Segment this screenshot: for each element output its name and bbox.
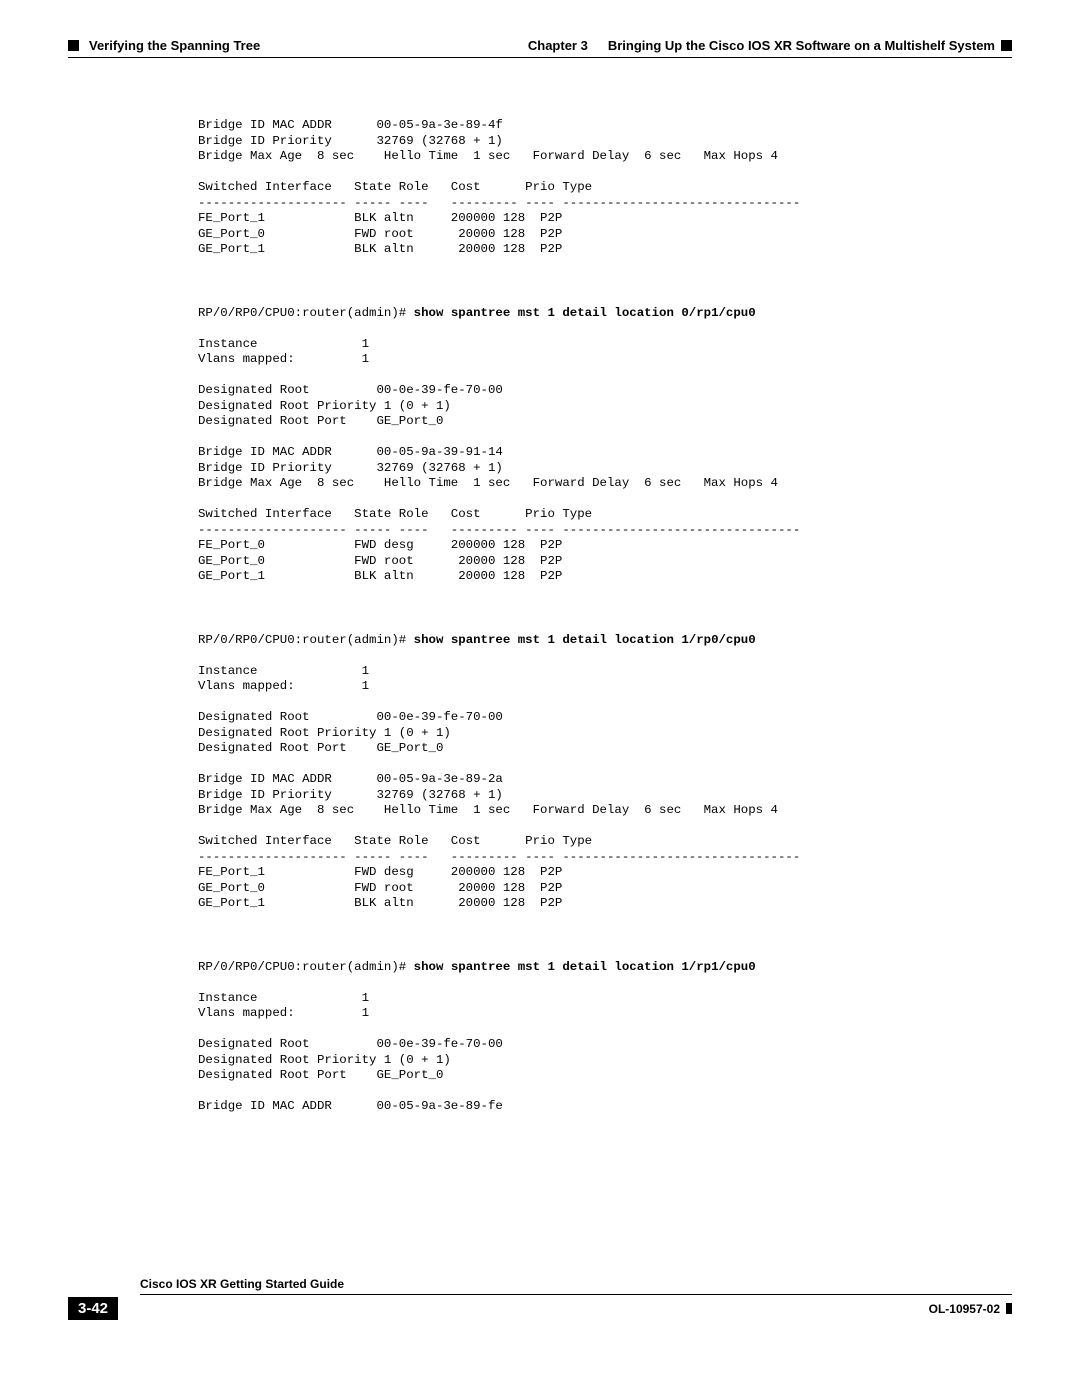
terminal-output-block-1: Instance 1 Vlans mapped: 1 Designated Ro… [198,321,1012,585]
chapter-title: Bringing Up the Cisco IOS XR Software on… [608,38,995,53]
prompt-prefix: RP/0/RP0/CPU0:router(admin)# [198,960,414,974]
chapter-label: Chapter 3 [528,38,588,53]
terminal-output-block-0: Bridge ID MAC ADDR 00-05-9a-3e-89-4f Bri… [198,118,1012,258]
prompt-command: show spantree mst 1 detail location 1/rp… [414,960,756,974]
prompt-prefix: RP/0/RP0/CPU0:router(admin)# [198,306,414,320]
prompt-command: show spantree mst 1 detail location 1/rp… [414,633,756,647]
running-header-left: Verifying the Spanning Tree [68,38,260,53]
footer-guide-title: Cisco IOS XR Getting Started Guide [140,1277,1012,1291]
header-rule [68,57,1012,58]
terminal-output-block-3: Instance 1 Vlans mapped: 1 Designated Ro… [198,975,1012,1115]
terminal-command-2: RP/0/RP0/CPU0:router(admin)# show spantr… [198,633,1012,649]
footer-rule [140,1294,1012,1295]
document-number: OL-10957-02 [929,1302,1012,1316]
terminal-command-1: RP/0/RP0/CPU0:router(admin)# show spantr… [198,306,1012,322]
terminal-output-block-2: Instance 1 Vlans mapped: 1 Designated Ro… [198,648,1012,912]
terminal-command-3: RP/0/RP0/CPU0:router(admin)# show spantr… [198,960,1012,976]
prompt-command: show spantree mst 1 detail location 0/rp… [414,306,756,320]
header-square-icon [68,40,79,51]
footer-square-icon [1006,1303,1012,1314]
running-header-right: Chapter 3 Bringing Up the Cisco IOS XR S… [528,38,1012,53]
section-title: Verifying the Spanning Tree [89,38,260,53]
page-number: 3-42 [68,1297,118,1320]
header-square-icon [1001,40,1012,51]
prompt-prefix: RP/0/RP0/CPU0:router(admin)# [198,633,414,647]
